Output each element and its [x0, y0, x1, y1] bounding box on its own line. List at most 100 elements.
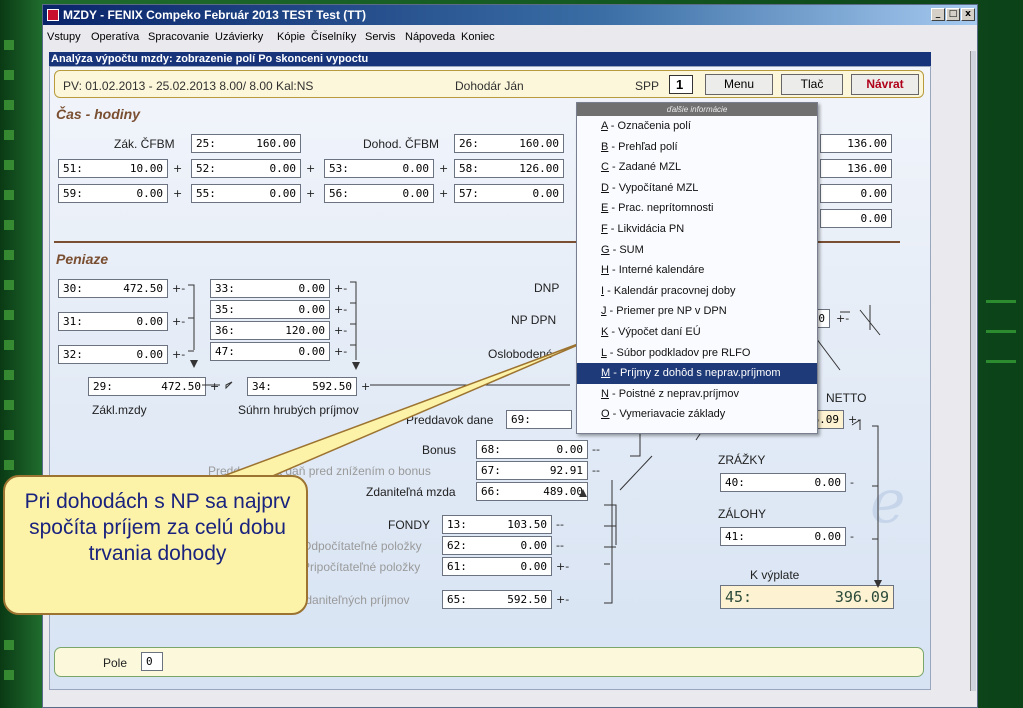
watermark-swirl: e [870, 467, 906, 537]
bottom-bar: Pole 0 [54, 647, 924, 677]
menu-item-vypocitane-mzl[interactable]: D - Vypočítané MZL [577, 178, 817, 199]
form-subtitle: Analýza výpočtu mzdy: zobrazenie polí Po… [49, 52, 931, 66]
field-33[interactable]: 33: 0.00 [210, 279, 330, 298]
menu-item-sum[interactable]: G - SUM [577, 240, 817, 261]
field-35[interactable]: 35: 0.00 [210, 300, 330, 319]
field-41[interactable]: 41: 0.00 [720, 527, 846, 546]
menu-item-priemer-np[interactable]: J - Priemer pre NP v DPN [577, 301, 817, 322]
menu-vstupy[interactable]: Vstupy [47, 31, 81, 43]
menu-button[interactable]: Menu [705, 74, 773, 95]
menu-item-vymeriavacie-zaklady[interactable]: O - Vymeriavacie základy [577, 404, 817, 425]
op-minus: - [850, 530, 854, 543]
pole-input[interactable]: 0 [141, 652, 163, 671]
field-53[interactable]: 53: 0.00 [324, 159, 434, 178]
window-title: MZDY - FENIX Compeko Február 2013 TEST T… [63, 8, 366, 22]
op-plus-minus: +- [334, 282, 348, 295]
op-plus-minus: +- [334, 345, 348, 358]
menu-item-kalendar-pracovnej-doby[interactable]: I - Kalendár pracovnej doby [577, 281, 817, 302]
menu-item-prijmy-z-dohod[interactable]: M - Príjmy z dohôd s neprav.príjmom [577, 363, 817, 384]
zrazky-label: ZRÁŽKY [718, 453, 766, 467]
info-bar: PV: 01.02.2013 - 25.02.2013 8.00/ 8.00 K… [54, 70, 924, 98]
field-right-4[interactable]: 0.00 [820, 209, 892, 228]
field-69[interactable]: 69: [506, 410, 572, 429]
odpocitatelne-label: Odpočítateľné položky [302, 539, 422, 553]
field-right-1[interactable]: 136.00 [820, 134, 892, 153]
field-66[interactable]: 66: 489.00 [476, 482, 588, 501]
op-minus: - [850, 476, 854, 489]
field-13[interactable]: 13: 103.50 [442, 515, 552, 534]
maximize-button[interactable]: □ [946, 8, 960, 21]
menu-item-vypocet-dani-eu[interactable]: K - Výpočet daní EÚ [577, 322, 817, 343]
field-52[interactable]: 52: 0.00 [191, 159, 301, 178]
field-31[interactable]: 31: 0.00 [58, 312, 168, 331]
field-62[interactable]: 62: 0.00 [442, 536, 552, 555]
bonus-label: Bonus [422, 443, 457, 457]
op-plus: + [439, 187, 449, 200]
menu-item-prac-nepritomnosti[interactable]: E - Prac. neprítomnosti [577, 198, 817, 219]
close-button[interactable]: x [961, 8, 975, 21]
field-47[interactable]: 47: 0.00 [210, 342, 330, 361]
op-minus: -- [556, 518, 564, 531]
field-26[interactable]: 26: 160.00 [454, 134, 564, 153]
field-67[interactable]: 67: 92.91 [476, 461, 588, 480]
menu-ciselniky[interactable]: Číselníky [311, 31, 356, 43]
dnp-label: DNP [534, 281, 560, 295]
dalsie-informacie-menu[interactable]: ďalšie informácie A - Označenia polí B -… [576, 102, 818, 434]
k-vyplate-label: K výplate [750, 568, 800, 582]
field-25[interactable]: 25: 160.00 [191, 134, 301, 153]
op-plus-minus: +- [172, 348, 186, 361]
op-plus-minus: +- [334, 303, 348, 316]
field-65[interactable]: 65: 592.50 [442, 590, 552, 609]
menu-item-subor-podkladov-rlfo[interactable]: L - Súbor podkladov pre RLFO [577, 343, 817, 364]
op-plus: + [173, 187, 183, 200]
menu-item-prehlad-poli[interactable]: B - Prehľad polí [577, 137, 817, 158]
menu-uzavierky[interactable]: Uzávierky [215, 31, 263, 43]
menu-item-interne-kalendare[interactable]: H - Interné kalendáre [577, 260, 817, 281]
vertical-scrollbar[interactable] [970, 51, 976, 691]
field-40[interactable]: 40: 0.00 [720, 473, 846, 492]
menu-koniec[interactable]: Koniec [461, 31, 495, 43]
field-45-k-vyplate[interactable]: 45: 396.09 [720, 585, 894, 609]
pole-label: Pole [103, 656, 128, 670]
menu-servis[interactable]: Servis [365, 31, 396, 43]
title-bar[interactable]: MZDY - FENIX Compeko Február 2013 TEST T… [43, 5, 977, 25]
callout-note: Pri dohodách s NP sa najprv spočíta príj… [3, 475, 308, 615]
spp-input[interactable]: 1 [669, 75, 693, 94]
op-plus-minus: +- [556, 560, 570, 573]
menu-spracovanie[interactable]: Spracovanie [148, 31, 209, 43]
app-icon [47, 9, 59, 21]
menu-operativa[interactable]: Operatíva [91, 31, 139, 43]
menu-napoveda[interactable]: Nápoveda [405, 31, 455, 43]
op-plus: + [210, 380, 220, 393]
minimize-button[interactable]: _ [931, 8, 945, 21]
field-right-2[interactable]: 136.00 [820, 159, 892, 178]
field-29[interactable]: 29: 472.50 [88, 377, 206, 396]
op-plus: + [306, 162, 316, 175]
field-36[interactable]: 36: 120.00 [210, 321, 330, 340]
back-button[interactable]: Návrat [851, 74, 919, 95]
field-51[interactable]: 51: 10.00 [58, 159, 168, 178]
field-56[interactable]: 56: 0.00 [324, 184, 434, 203]
field-55[interactable]: 55: 0.00 [191, 184, 301, 203]
fondy-label: FONDY [388, 518, 430, 532]
menu-item-oznacenia-poli[interactable]: A - Označenia polí [577, 116, 817, 137]
print-button[interactable]: Tlač [781, 74, 843, 95]
npdpn-label: NP DPN [511, 313, 557, 327]
field-32[interactable]: 32: 0.00 [58, 345, 168, 364]
menu-item-poistne-neprav-prijmov[interactable]: N - Poistné z neprav.príjmov [577, 384, 817, 405]
field-58[interactable]: 58: 126.00 [454, 159, 564, 178]
field-61[interactable]: 61: 0.00 [442, 557, 552, 576]
zdanitelna-label: Zdaniteľná mzda [366, 485, 456, 499]
menu-kopie[interactable]: Kópie [277, 31, 305, 43]
field-59[interactable]: 59: 0.00 [58, 184, 168, 203]
field-34[interactable]: 34: 592.50 [247, 377, 357, 396]
field-30[interactable]: 30: 472.50 [58, 279, 168, 298]
menu-item-zadane-mzl[interactable]: C - Zadané MZL [577, 157, 817, 178]
menu-item-likvidacia-pn[interactable]: F - Likvidácia PN [577, 219, 817, 240]
field-right-3[interactable]: 0.00 [820, 184, 892, 203]
zalohy-label: ZÁLOHY [718, 507, 767, 521]
field-57[interactable]: 57: 0.00 [454, 184, 564, 203]
field-68[interactable]: 68: 0.00 [476, 440, 588, 459]
zakl-mzdy-label: Zákl.mzdy [92, 403, 147, 417]
op-plus-minus: +- [836, 312, 850, 325]
